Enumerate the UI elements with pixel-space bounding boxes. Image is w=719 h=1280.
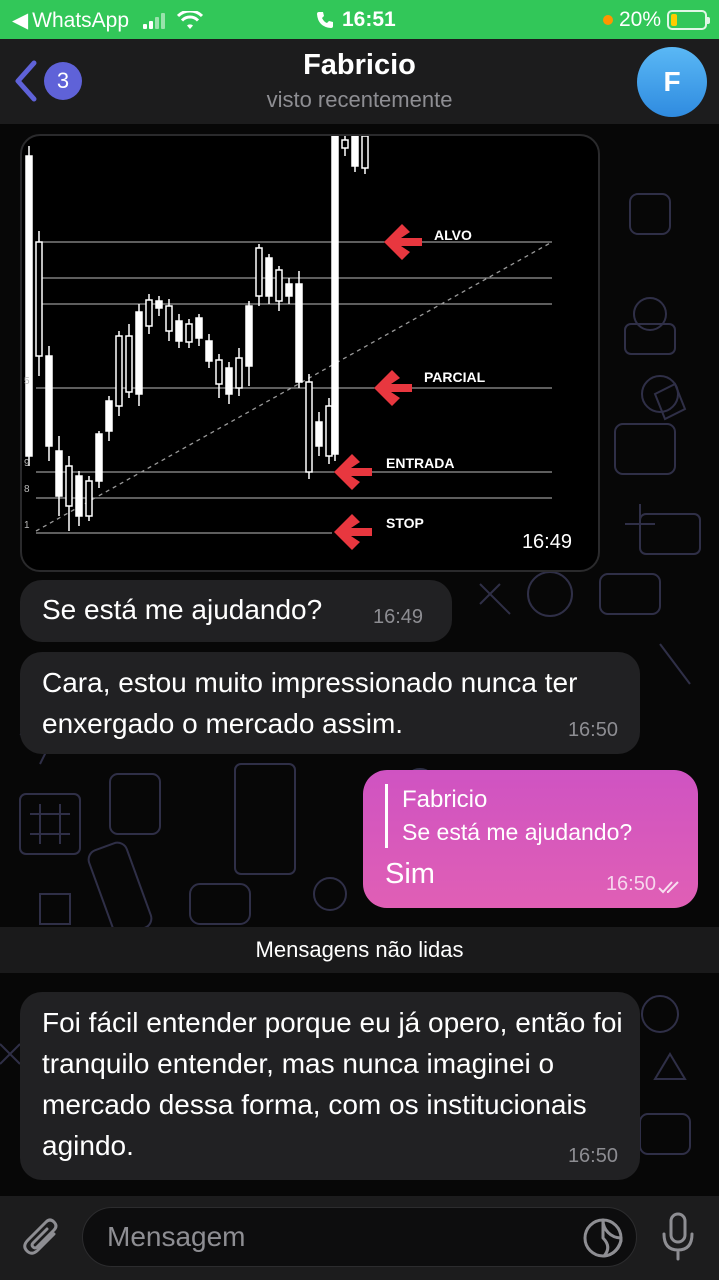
candle-body <box>361 136 369 169</box>
wifi-icon <box>177 10 204 29</box>
stop-label: STOP <box>386 515 424 531</box>
message-time: 16:50 <box>567 719 618 741</box>
message-time: 16:49 <box>373 606 424 628</box>
candle-body <box>85 480 93 517</box>
entrada-label: ENTRADA <box>386 455 454 471</box>
candle-body <box>185 323 193 343</box>
candle-body <box>235 357 243 389</box>
axis-mark: 9 <box>24 458 30 469</box>
battery-status: 20% <box>602 8 710 32</box>
axis-mark: 5 <box>24 376 30 387</box>
back-triangle-icon: ◀ <box>12 9 29 32</box>
candle-body <box>205 340 213 362</box>
arrow-icon <box>334 514 372 550</box>
reply-sender: Fabricio <box>402 786 488 813</box>
arrow-icon <box>374 370 412 406</box>
phone-icon <box>317 12 333 28</box>
message-input[interactable] <box>82 1207 637 1267</box>
chat-header: 3 Fabricio visto recentemente F <box>0 39 719 124</box>
candlestick-chart-image: 5 9 8 1 ALVO PARCIAL ENTRADA STOP <box>24 136 553 550</box>
reply-text: Se está me ajudando? <box>402 819 633 845</box>
orange-dot-icon <box>602 15 613 25</box>
candle-body <box>65 465 73 507</box>
time-label: 16:51 <box>342 8 396 31</box>
candle-body <box>315 421 323 447</box>
candle-body <box>195 317 203 339</box>
candle-body <box>351 136 359 167</box>
candle-body <box>45 355 53 447</box>
avatar[interactable]: F <box>637 47 707 117</box>
message-time: 16:49 <box>521 531 572 553</box>
candle-body <box>155 300 163 309</box>
candle-body <box>35 241 43 357</box>
message-time: 16:50 <box>605 873 656 895</box>
incoming-message[interactable]: Cara, estou muito impressionado nunca te… <box>20 652 640 754</box>
candle-body <box>275 269 283 302</box>
candle-body <box>135 311 143 395</box>
double-check-icon <box>658 881 679 894</box>
message-text: Sim <box>385 858 435 890</box>
axis-mark: 1 <box>24 520 30 531</box>
candle-body <box>331 136 339 455</box>
candle-body <box>95 433 103 482</box>
candle-body <box>341 139 349 149</box>
alvo-label: ALVO <box>434 227 472 243</box>
candle-body <box>255 247 263 297</box>
candle-body <box>25 155 33 457</box>
incoming-message[interactable]: Se está me ajudando? 16:49 <box>20 580 452 642</box>
battery-percent: 20% <box>618 8 661 31</box>
candle-body <box>265 257 273 297</box>
back-app-label: WhatsApp <box>32 8 130 32</box>
candle-body <box>105 400 113 432</box>
chat-subtitle: visto recentemente <box>266 87 453 112</box>
axis-mark: 8 <box>24 484 30 495</box>
status-bar: ◀ WhatsApp 16:51 20% <box>0 0 719 39</box>
outgoing-message[interactable]: Fabricio Se está me ajudando? Sim 16:50 <box>363 770 698 908</box>
sticker-icon[interactable] <box>582 1217 624 1259</box>
candle-body <box>245 305 253 367</box>
candle-body <box>305 381 313 473</box>
signal-icon <box>143 12 166 29</box>
candle-body <box>215 359 223 385</box>
unread-separator: Mensagens não lidas <box>0 927 719 973</box>
microphone-icon[interactable] <box>660 1212 696 1262</box>
candle-body <box>285 283 293 297</box>
message-time: 16:50 <box>567 1145 618 1167</box>
battery-icon <box>667 10 710 30</box>
back-to-app-button[interactable]: ◀ WhatsApp <box>12 8 204 33</box>
parcial-label: PARCIAL <box>424 369 486 385</box>
message-text: Foi fácil entender porque eu já opero, e… <box>42 1007 623 1161</box>
chart-image-message[interactable]: 5 9 8 1 ALVO PARCIAL ENTRADA STOP 16:49 <box>20 134 600 572</box>
incoming-message[interactable]: Foi fácil entender porque eu já opero, e… <box>20 992 640 1180</box>
candle-body <box>175 320 183 342</box>
candle-body <box>295 283 303 383</box>
candle-body <box>125 335 133 393</box>
candle-body <box>115 335 123 407</box>
arrow-icon <box>334 454 372 490</box>
status-time: 16:51 <box>316 8 396 32</box>
attach-icon[interactable] <box>20 1216 62 1260</box>
candle-body <box>325 405 333 457</box>
arrow-icon <box>384 224 422 260</box>
candle-body <box>55 450 63 497</box>
candle-body <box>145 299 153 327</box>
chat-area[interactable]: 5 9 8 1 ALVO PARCIAL ENTRADA STOP 16:49 … <box>0 124 719 1196</box>
reply-quote[interactable]: Fabricio Se está me ajudando? <box>385 784 632 848</box>
message-text: Se está me ajudando? <box>42 594 323 625</box>
battery-fill <box>671 14 678 26</box>
chat-title[interactable]: Fabricio <box>0 49 719 82</box>
candle-body <box>225 367 233 395</box>
message-text: Cara, estou muito impressionado nunca te… <box>42 667 578 739</box>
candle-body <box>165 305 173 332</box>
candle-body <box>75 475 83 517</box>
message-input-bar <box>0 1196 719 1280</box>
